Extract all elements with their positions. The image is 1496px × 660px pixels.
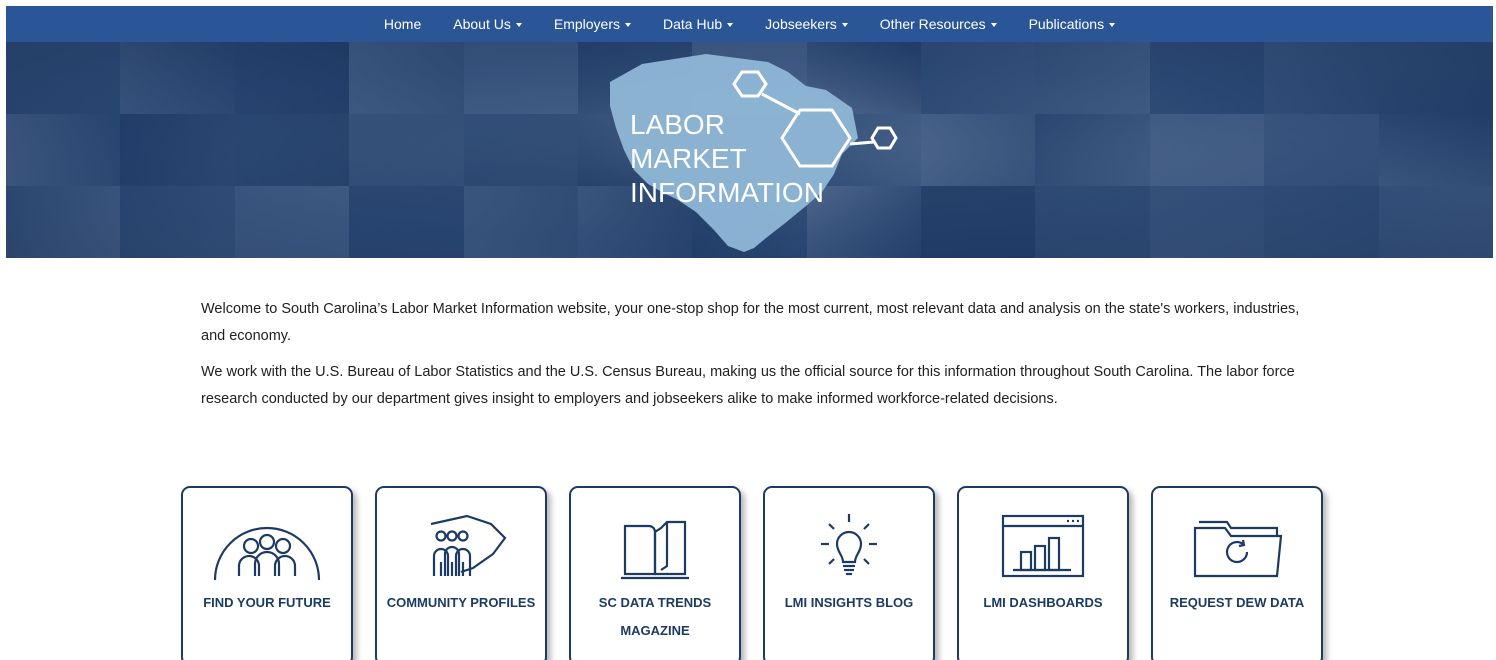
intro-paragraph-2: We work with the U.S. Bureau of Labor St… <box>201 364 1295 407</box>
card-label: LMI DASHBOARDS <box>983 595 1103 610</box>
card-label: SC DATA TRENDS MAGAZINE <box>598 595 712 638</box>
card-sc-data-trends-magazine[interactable]: SC DATA TRENDS MAGAZINE <box>569 486 741 660</box>
logo-line-information: INFORMATION <box>630 177 824 208</box>
nav-item-label: Home <box>383 16 422 32</box>
lightbulb-icon <box>765 510 933 582</box>
card-label: LMI INSIGHTS BLOG <box>784 595 914 610</box>
caret-down-icon <box>727 22 734 27</box>
nav-item-data-hub[interactable]: Data Hub <box>647 16 749 32</box>
nav-item-label: Jobseekers <box>765 16 837 32</box>
nav-item-jobseekers[interactable]: Jobseekers <box>749 16 864 32</box>
dashboard-chart-icon <box>959 510 1127 582</box>
caret-down-icon <box>625 22 631 27</box>
caret-down-icon <box>990 22 997 27</box>
logo-line-market: MARKET <box>630 143 747 174</box>
intro-section: Welcome to South Carolina’s Labor Market… <box>201 296 1301 422</box>
hero-banner: LABOR MARKET INFORMATION <box>6 42 1493 258</box>
nav-list: Home About Us Employers Data Hub Jobseekers O… <box>368 16 1131 32</box>
nav-item-label: About Us <box>453 16 511 32</box>
nav-item-label: Employers <box>553 16 620 32</box>
card-find-your-future[interactable]: FIND YOUR FUTURE <box>181 486 353 660</box>
card-label: REQUEST DEW DATA <box>1169 595 1305 610</box>
tiny-hexagon-icon <box>870 126 898 150</box>
open-book-icon <box>571 510 739 582</box>
nav-item-label: Data Hub <box>663 16 723 32</box>
card-community-profiles[interactable]: COMMUNITY PROFILES <box>375 486 547 660</box>
folder-refresh-icon <box>1153 510 1321 582</box>
top-navigation: Home About Us Employers Data Hub Jobseekers O… <box>6 6 1493 42</box>
nav-item-label: Publications <box>1028 16 1105 32</box>
card-label: FIND YOUR FUTURE <box>203 595 331 610</box>
caret-down-icon <box>1109 22 1116 27</box>
card-request-dew-data[interactable]: REQUEST DEW DATA <box>1151 486 1323 660</box>
nav-item-employers[interactable]: Employers <box>538 16 647 32</box>
nav-item-home[interactable]: Home <box>368 16 437 32</box>
nav-item-other-resources[interactable]: Other Resources <box>864 16 1013 32</box>
intro-paragraph-1: Welcome to South Carolina’s Labor Market… <box>201 301 1300 344</box>
nav-item-publications[interactable]: Publications <box>1013 16 1132 32</box>
card-lmi-dashboards[interactable]: LMI DASHBOARDS <box>957 486 1129 660</box>
community-state-icon <box>377 510 545 582</box>
nav-item-about-us[interactable]: About Us <box>437 16 538 32</box>
nav-item-label: Other Resources <box>879 16 986 32</box>
logo-line-labor: LABOR <box>630 109 725 140</box>
card-label: COMMUNITY PROFILES <box>386 595 536 610</box>
people-arch-icon <box>183 510 351 582</box>
lmi-logo: LABOR MARKET INFORMATION <box>610 54 898 252</box>
caret-down-icon <box>515 22 522 27</box>
card-lmi-insights-blog[interactable]: LMI INSIGHTS BLOG <box>763 486 935 660</box>
resource-cards: FIND YOUR FUTURE COMMUNITY PROFILES SC DAT… <box>181 486 1323 660</box>
caret-down-icon <box>841 22 848 27</box>
